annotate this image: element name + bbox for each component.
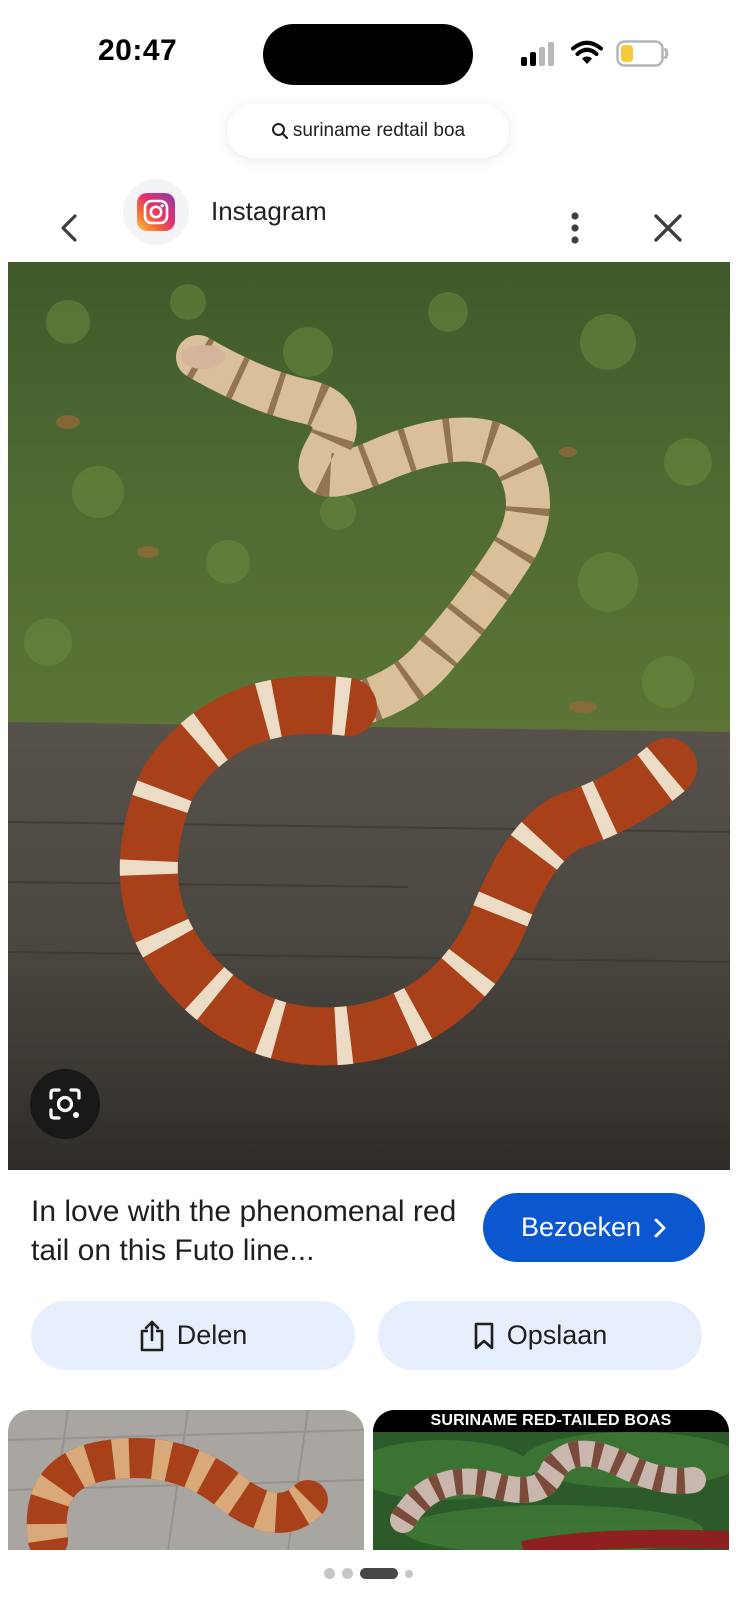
page-dot <box>323 1568 335 1579</box>
page-dot <box>341 1568 353 1579</box>
signal-icon <box>521 40 559 66</box>
save-button-label: Opslaan <box>506 1320 608 1350</box>
back-button[interactable] <box>52 208 86 248</box>
search-icon <box>271 123 289 140</box>
related-image-2[interactable]: SURINAME RED-TAILED BOAS <box>373 1410 729 1550</box>
source-name[interactable]: Instagram <box>211 196 327 227</box>
wifi-icon <box>571 40 603 64</box>
share-icon <box>140 1320 164 1351</box>
battery-icon <box>616 40 669 67</box>
page-indicator <box>0 1568 736 1579</box>
source-favicon <box>123 179 189 245</box>
snake-photo <box>8 262 730 1170</box>
chevron-right-icon <box>654 1218 666 1237</box>
search-query-pill[interactable]: suriname redtail boa <box>227 104 509 158</box>
dynamic-island <box>263 24 473 85</box>
result-caption: In love with the phenomenal red tail on … <box>31 1195 457 1267</box>
back-icon <box>61 214 77 242</box>
page-dot-active <box>359 1568 398 1579</box>
status-time: 20:47 <box>98 34 178 67</box>
close-button[interactable] <box>648 208 688 248</box>
share-button[interactable]: Delen <box>31 1301 355 1370</box>
page-dot <box>404 1569 413 1578</box>
related-image-2-title: SURINAME RED-TAILED BOAS <box>373 1410 729 1432</box>
related-image-1-photo <box>8 1410 364 1550</box>
result-image[interactable] <box>8 262 730 1170</box>
more-vert-icon <box>571 212 579 244</box>
visit-button[interactable]: Bezoeken <box>483 1193 705 1262</box>
save-button[interactable]: Opslaan <box>378 1301 702 1370</box>
instagram-icon <box>137 193 175 231</box>
more-options-button[interactable] <box>560 208 590 248</box>
bookmark-icon <box>474 1322 494 1349</box>
related-image-1[interactable] <box>8 1410 364 1550</box>
lens-icon <box>49 1088 81 1120</box>
lens-button[interactable] <box>30 1069 100 1139</box>
close-icon <box>654 214 682 242</box>
visit-button-label: Bezoeken <box>520 1212 642 1242</box>
search-query-text: suriname redtail boa <box>292 120 466 141</box>
share-button-label: Delen <box>176 1320 248 1350</box>
